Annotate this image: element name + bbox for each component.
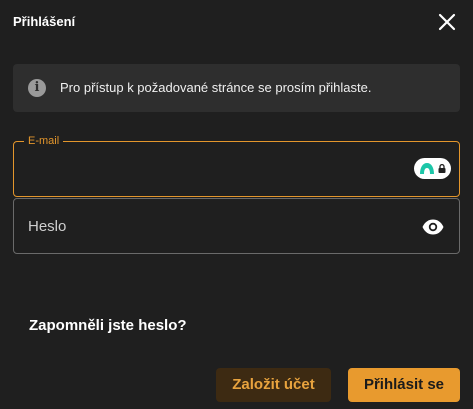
info-message: i Pro přístup k požadované stránce se pr… <box>13 64 460 112</box>
info-icon: i <box>28 79 46 97</box>
password-manager-icon[interactable] <box>414 158 451 179</box>
email-field[interactable]: E-mail <box>13 133 460 197</box>
info-message-text: Pro přístup k požadované stránce se pros… <box>60 80 372 95</box>
email-input[interactable] <box>26 156 406 182</box>
login-dialog: Přihlášení i Pro přístup k požadované st… <box>0 0 473 409</box>
lock-icon <box>438 164 446 173</box>
show-password-button[interactable] <box>421 215 445 239</box>
info-icon-glyph: i <box>34 80 40 95</box>
close-button[interactable] <box>434 9 460 35</box>
password-manager-logo-icon <box>420 163 434 174</box>
email-field-label: E-mail <box>24 133 64 149</box>
dialog-title: Přihlášení <box>13 14 76 29</box>
eye-icon <box>422 219 444 235</box>
forgot-password-link[interactable]: Zapomněli jste heslo? <box>29 317 187 334</box>
sign-in-button[interactable]: Přihlásit se <box>348 368 460 402</box>
password-field[interactable]: Heslo <box>13 198 460 254</box>
close-icon <box>438 13 456 31</box>
password-placeholder: Heslo <box>28 218 67 235</box>
create-account-button[interactable]: Založit účet <box>216 368 331 402</box>
